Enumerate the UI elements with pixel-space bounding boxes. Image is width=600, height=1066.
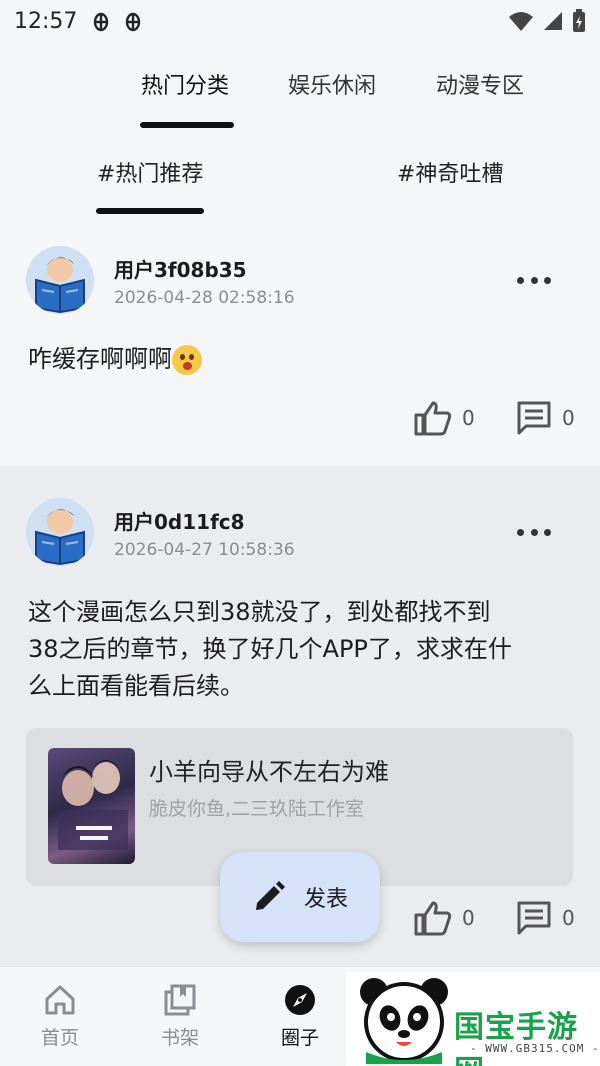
post-text-line: 38之后的章节，换了好几个APP了，求求在什 [28, 635, 512, 663]
tab-hot-categories[interactable]: 热门分类 [141, 68, 229, 100]
like-count: 0 [462, 906, 475, 930]
battery-icon [573, 9, 585, 32]
thumb-up-icon [414, 901, 452, 936]
nav-bookshelf[interactable]: 书架 [140, 983, 220, 1050]
surprised-emoji-icon [172, 345, 202, 375]
active-tab-indicator [140, 122, 234, 128]
post-text-line: 么上面看能看后续。 [28, 672, 244, 700]
like-button[interactable]: 0 [414, 400, 475, 436]
comment-count: 0 [562, 406, 575, 430]
reading-person-icon [26, 246, 94, 314]
active-subtab-indicator [96, 208, 204, 214]
status-bar: 12:57 [0, 0, 600, 42]
reading-person-icon [26, 498, 94, 566]
subtab-hot-recommend[interactable]: #热门推荐 [97, 156, 203, 188]
post-card[interactable]: 用户3f08b35 2026-04-28 02:58:16 咋缓存啊啊啊 0 0 [0, 222, 600, 466]
wifi-icon [509, 12, 533, 31]
bug-icon [126, 12, 141, 32]
comment-button[interactable]: 0 [516, 400, 575, 436]
post-content: 咋缓存啊啊啊 [28, 341, 574, 378]
more-options-icon[interactable] [514, 520, 554, 544]
tab-anime[interactable]: 动漫专区 [436, 68, 524, 100]
top-tab-bar: 热门分类 娱乐休闲 动漫专区 [0, 62, 600, 132]
notification-icons [89, 9, 145, 33]
watermark-text: 国宝手游网 [454, 1010, 578, 1066]
nav-bookshelf-label: 书架 [160, 1027, 199, 1049]
bookshelf-icon [164, 984, 196, 1016]
comment-icon [517, 401, 551, 435]
comment-icon [517, 901, 551, 935]
tab-entertainment[interactable]: 娱乐休闲 [288, 68, 376, 100]
pencil-icon [255, 881, 285, 910]
post-text-line: 这个漫画怎么只到38就没了，到处都找不到 [28, 598, 491, 626]
post-timestamp: 2026-04-28 02:58:16 [114, 288, 295, 308]
like-count: 0 [462, 406, 475, 430]
nav-circle[interactable]: 圈子 [260, 983, 340, 1050]
book-title: 小羊向导从不左右为难 [149, 758, 389, 786]
book-cover-image [48, 748, 135, 864]
panda-logo-icon [360, 978, 448, 1064]
thumb-up-icon [414, 401, 452, 436]
subtab-funny-rant[interactable]: #神奇吐槽 [397, 156, 503, 188]
comment-count: 0 [562, 906, 575, 930]
post-username[interactable]: 用户0d11fc8 [114, 506, 245, 535]
watermark-url: - WWW.GB315.COM - [470, 1042, 600, 1055]
avatar[interactable] [26, 498, 94, 566]
status-time: 12:57 [14, 8, 78, 34]
site-watermark: 国宝手游网 - WWW.GB315.COM - [346, 972, 600, 1066]
publish-label: 发表 [303, 887, 348, 912]
more-options-icon[interactable] [514, 268, 554, 292]
post-timestamp: 2026-04-27 10:58:36 [114, 540, 295, 560]
sub-tab-bar: #热门推荐 #神奇吐槽 [0, 150, 600, 220]
home-icon [45, 985, 75, 1015]
nav-home-label: 首页 [40, 1027, 79, 1049]
signal-icon [544, 12, 562, 30]
publish-post-button[interactable]: 发表 [220, 852, 380, 942]
comment-button[interactable]: 0 [516, 900, 575, 936]
like-button[interactable]: 0 [414, 900, 475, 936]
nav-home[interactable]: 首页 [20, 983, 100, 1050]
post-username[interactable]: 用户3f08b35 [114, 254, 247, 283]
nav-circle-label: 圈子 [280, 1027, 319, 1049]
post-text: 咋缓存啊啊啊 [28, 345, 172, 373]
post-content: 这个漫画怎么只到38就没了，到处都找不到 38之后的章节，换了好几个APP了，求… [28, 594, 574, 705]
bug-icon [94, 12, 109, 32]
book-author: 脆皮你鱼,二三玖陆工作室 [149, 798, 365, 820]
compass-icon [285, 985, 315, 1015]
avatar[interactable] [26, 246, 94, 314]
